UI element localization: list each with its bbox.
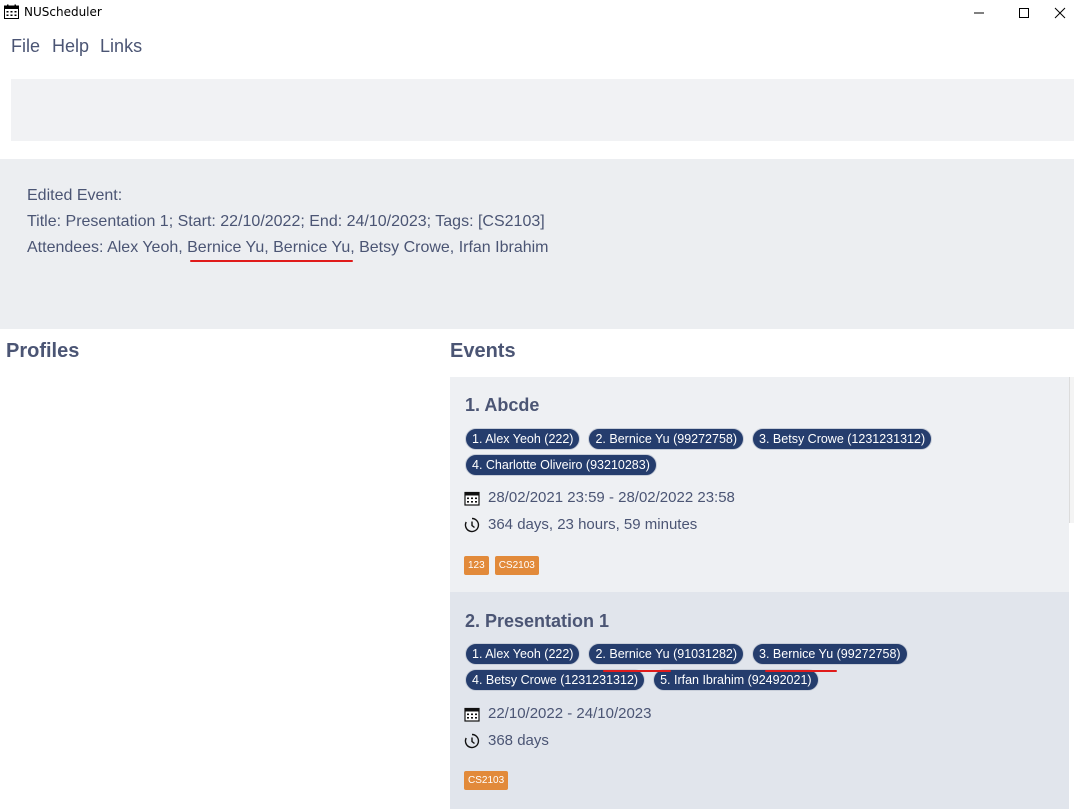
annotation-underline [190,260,353,262]
close-icon [1054,7,1066,19]
tag-list: CS2103 [464,771,509,790]
duration-text: 364 days, 23 hours, 59 minutes [488,516,698,533]
attendee-chip: 5. Irfan Ibrahim (92492021) [653,669,819,691]
clock-icon [464,517,480,532]
menu-help[interactable]: Help [52,30,89,62]
clock-icon [464,733,480,748]
event-title: 1. Abcde [465,395,540,415]
menu-bar: File Help Links [0,30,150,62]
command-input[interactable] [11,79,1074,141]
annotation-underline [765,670,837,672]
calendar-icon [4,4,19,19]
attendee-list: 1. Alex Yeoh (222) 2. Bernice Yu (992727… [465,428,1065,476]
annotation-underline [603,670,671,672]
menu-file[interactable]: File [11,30,40,62]
maximize-button[interactable] [1001,0,1047,26]
menu-links[interactable]: Links [100,30,142,62]
minimize-icon [974,12,984,14]
minimize-button[interactable] [956,0,1002,26]
attendee-chip: 2. Bernice Yu (91031282) [588,643,745,665]
duration-text: 368 days [488,732,549,749]
close-button[interactable] [1046,0,1074,26]
result-line-3: Attendees: Alex Yeoh, Bernice Yu, Bernic… [27,239,549,256]
window-title: NUScheduler [24,5,102,19]
attendee-chip: 2. Bernice Yu (99272758) [588,428,745,450]
event-title: 2. Presentation 1 [465,611,610,631]
attendee-chip: 1. Alex Yeoh (222) [465,428,581,450]
attendee-chip: 4. Betsy Crowe (1231231312) [465,669,646,691]
result-line-1: Edited Event: [27,187,123,204]
attendee-chip: 1. Alex Yeoh (222) [465,643,581,665]
datetime-text: 28/02/2021 23:59 - 28/02/2022 23:58 [488,489,735,506]
event-duration: 368 days [464,732,549,749]
title-bar: NUScheduler [0,0,1074,26]
event-datetime: 28/02/2021 23:59 - 28/02/2022 23:58 [464,489,735,506]
datetime-text: 22/10/2022 - 24/10/2023 [488,705,652,722]
event-card[interactable]: 2. Presentation 1 1. Alex Yeoh (222) 2. … [450,592,1069,809]
tag-list: 123 CS2103 [464,556,539,575]
attendee-list: 1. Alex Yeoh (222) 2. Bernice Yu (910312… [465,643,1065,691]
calendar-icon [464,707,480,722]
attendee-chip: 3. Bernice Yu (99272758) [752,643,908,665]
event-duration: 364 days, 23 hours, 59 minutes [464,516,697,533]
attendee-chip: 4. Charlotte Oliveiro (93210283) [465,454,657,476]
scrollbar[interactable] [1069,377,1074,523]
profiles-title: Profiles [6,340,80,362]
result-line-2: Title: Presentation 1; Start: 22/10/2022… [27,213,545,230]
event-datetime: 22/10/2022 - 24/10/2023 [464,705,651,722]
tag: CS2103 [494,556,539,575]
calendar-icon [464,491,480,506]
result-display: Edited Event: Title: Presentation 1; Sta… [0,159,1074,329]
event-card[interactable]: 1. Abcde 1. Alex Yeoh (222) 2. Bernice Y… [450,377,1069,592]
maximize-icon [1019,8,1029,18]
attendee-chip: 3. Betsy Crowe (1231231312) [752,428,933,450]
tag: CS2103 [464,771,509,790]
events-title: Events [450,340,516,362]
tag: 123 [464,556,489,575]
